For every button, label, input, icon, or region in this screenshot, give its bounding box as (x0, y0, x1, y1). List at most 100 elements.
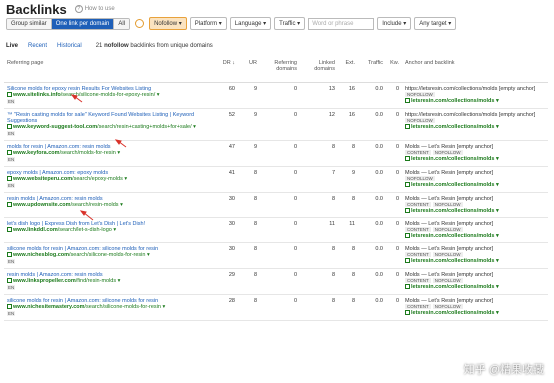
referring-domain: www.linkspropeller.com (13, 278, 76, 284)
referring-domain: www.linkddl.com (13, 227, 58, 233)
target-url-link[interactable]: letsresin.com/collections/molds ▾ (405, 233, 545, 239)
platform-dropdown[interactable]: Platform ▾ (189, 17, 227, 30)
ur-value: 9 (238, 82, 260, 109)
all-button[interactable]: All (114, 18, 130, 29)
watermark: 知乎 @精果收藏 (463, 364, 544, 376)
linked-domains-value[interactable]: 7 (300, 166, 338, 193)
linked-domains-value[interactable]: 13 (300, 82, 338, 109)
referring-page-url[interactable]: www.linkddl.com/search/let-s-dish-logo ▾ (7, 227, 213, 233)
dr-value: 52 (216, 108, 238, 141)
link-tag: NOFOLLOW (405, 92, 435, 97)
col-referring-page[interactable]: Referring page (4, 58, 216, 83)
referring-domains-value[interactable]: 0 (260, 166, 300, 193)
col-linked-domains[interactable]: Linked domains (300, 58, 338, 83)
referring-domains-value[interactable]: 0 (260, 217, 300, 243)
referring-page-cell: Silicone molds for epoxy resin Results F… (4, 82, 216, 109)
kw-value[interactable]: 0 (386, 294, 402, 321)
target-url-link[interactable]: letsresin.com/collections/molds ▾ (405, 208, 545, 214)
referring-page-url[interactable]: www.linkspropeller.com/find/resin-molds … (7, 278, 213, 284)
linked-domains-value[interactable]: 8 (300, 294, 338, 321)
col-referring-domains[interactable]: Referring domains (260, 58, 300, 83)
one-link-per-domain-button[interactable]: One link per domain (51, 18, 115, 29)
target-url-link[interactable]: letsresin.com/collections/molds ▾ (405, 284, 545, 290)
language-badge: EN (7, 183, 16, 188)
referring-page-url[interactable]: www.nichesitemastery.com/search/silicone… (7, 304, 213, 310)
referring-domains-value[interactable]: 0 (260, 140, 300, 167)
linked-domains-value[interactable]: 8 (300, 140, 338, 167)
target-url-link[interactable]: letsresin.com/collections/molds ▾ (405, 258, 545, 264)
include-dropdown[interactable]: Include ▾ (377, 17, 412, 30)
results-count-rest: backlinks from unique domains (130, 43, 213, 49)
linked-domains-value[interactable]: 11 (300, 217, 338, 243)
kw-value[interactable]: 0 (386, 108, 402, 141)
link-tag: CONTENT (405, 278, 431, 283)
col-kw[interactable]: Kw. (386, 58, 402, 83)
tab-recent[interactable]: Recent (28, 43, 47, 49)
group-similar-button[interactable]: Group similar (7, 18, 52, 29)
referring-page-url[interactable]: www.keyword-suggest-tool.com/search/resi… (7, 124, 213, 130)
referring-domain: www.keyword-suggest-tool.com (13, 124, 98, 130)
how-to-use-link[interactable]: ? How to use (74, 5, 115, 13)
traffic-value: 0.0 (358, 217, 386, 243)
kw-value[interactable]: 0 (386, 166, 402, 193)
lock-icon (7, 124, 12, 130)
lock-icon (405, 233, 410, 239)
search-input[interactable]: Word or phrase (308, 17, 375, 30)
referring-page-url[interactable]: www.keyfora.com/search/molds-for-resin ▾ (7, 150, 213, 156)
referring-page-title-link[interactable]: ™ "Resin casting molds for sale" Keyword… (7, 112, 213, 124)
ext-value: 8 (338, 140, 358, 167)
table-row: epoxy molds | Amazon.com: epoxy molds www… (4, 166, 548, 193)
language-dropdown[interactable]: Language ▾ (229, 17, 272, 30)
lock-icon (7, 304, 12, 310)
link-tag: CONTENT (405, 150, 431, 155)
kw-value[interactable]: 0 (386, 217, 402, 243)
target-url-link[interactable]: letsresin.com/collections/molds ▾ (405, 182, 545, 188)
referring-domains-value[interactable]: 0 (260, 294, 300, 321)
referring-page-cell: resin molds | Amazon.com: resin molds www… (4, 268, 216, 295)
col-traffic[interactable]: Traffic (358, 58, 386, 83)
col-ext[interactable]: Ext. (338, 58, 358, 83)
referring-page-url[interactable]: www.websiteperu.com/search/epoxy-molds ▾ (7, 176, 213, 182)
kw-value[interactable]: 0 (386, 140, 402, 167)
kw-value[interactable]: 0 (386, 82, 402, 109)
referring-domains-value[interactable]: 0 (260, 268, 300, 295)
referring-domains-value[interactable]: 0 (260, 192, 300, 218)
referring-domains-value[interactable]: 0 (260, 108, 300, 141)
referring-path: /search/molds-for-resin ▾ (59, 150, 121, 156)
referring-domains-value[interactable]: 0 (260, 82, 300, 109)
tab-historical[interactable]: Historical (57, 43, 82, 49)
kw-value[interactable]: 0 (386, 192, 402, 218)
linked-domains-value[interactable]: 8 (300, 192, 338, 218)
how-to-use-label: How to use (84, 6, 115, 12)
dr-value: 30 (216, 217, 238, 243)
col-ur[interactable]: UR (238, 58, 260, 83)
linked-domains-value[interactable]: 8 (300, 268, 338, 295)
referring-domain: www.sitelinks.info (13, 92, 61, 98)
target-url-text: letsresin.com/collections/molds ▾ (411, 310, 499, 316)
anchor-cell: Molds — Let's Resin [empty anchor] CONTEN… (402, 294, 548, 321)
target-url-link[interactable]: letsresin.com/collections/molds ▾ (405, 124, 545, 130)
referring-domains-value[interactable]: 0 (260, 242, 300, 269)
lock-icon (405, 156, 410, 162)
linked-domains-value[interactable]: 8 (300, 242, 338, 269)
target-url-link[interactable]: letsresin.com/collections/molds ▾ (405, 98, 545, 104)
col-anchor-and-backlink[interactable]: Anchor and backlink (402, 58, 548, 83)
kw-value[interactable]: 0 (386, 242, 402, 269)
referring-page-url[interactable]: www.updownsite.com/search/resin-molds ▾ (7, 202, 213, 208)
target-url-link[interactable]: letsresin.com/collections/molds ▾ (405, 156, 545, 162)
kw-value[interactable]: 0 (386, 268, 402, 295)
referring-page-url[interactable]: www.nichesblog.com/search/silicone-molds… (7, 252, 213, 258)
referring-path: /search/silicone-molds-for-resin ▾ (69, 252, 150, 258)
clock-icon[interactable] (135, 19, 145, 28)
link-tag: NOFOLLOW (432, 304, 463, 309)
dr-value: 47 (216, 140, 238, 167)
nofollow-dropdown[interactable]: Nofollow ▾ (149, 17, 187, 30)
any-target-dropdown[interactable]: Any target ▾ (414, 17, 457, 30)
traffic-dropdown[interactable]: Traffic ▾ (274, 17, 306, 30)
target-url-link[interactable]: letsresin.com/collections/molds ▾ (405, 310, 545, 316)
referring-page-url[interactable]: www.sitelinks.info/search/silicone-molds… (7, 92, 213, 98)
linked-domains-value[interactable]: 12 (300, 108, 338, 141)
referring-page-cell: resin molds | Amazon.com: resin molds www… (4, 192, 216, 218)
tab-live[interactable]: Live (6, 43, 18, 49)
col-dr[interactable]: DR ↓ (216, 58, 238, 83)
